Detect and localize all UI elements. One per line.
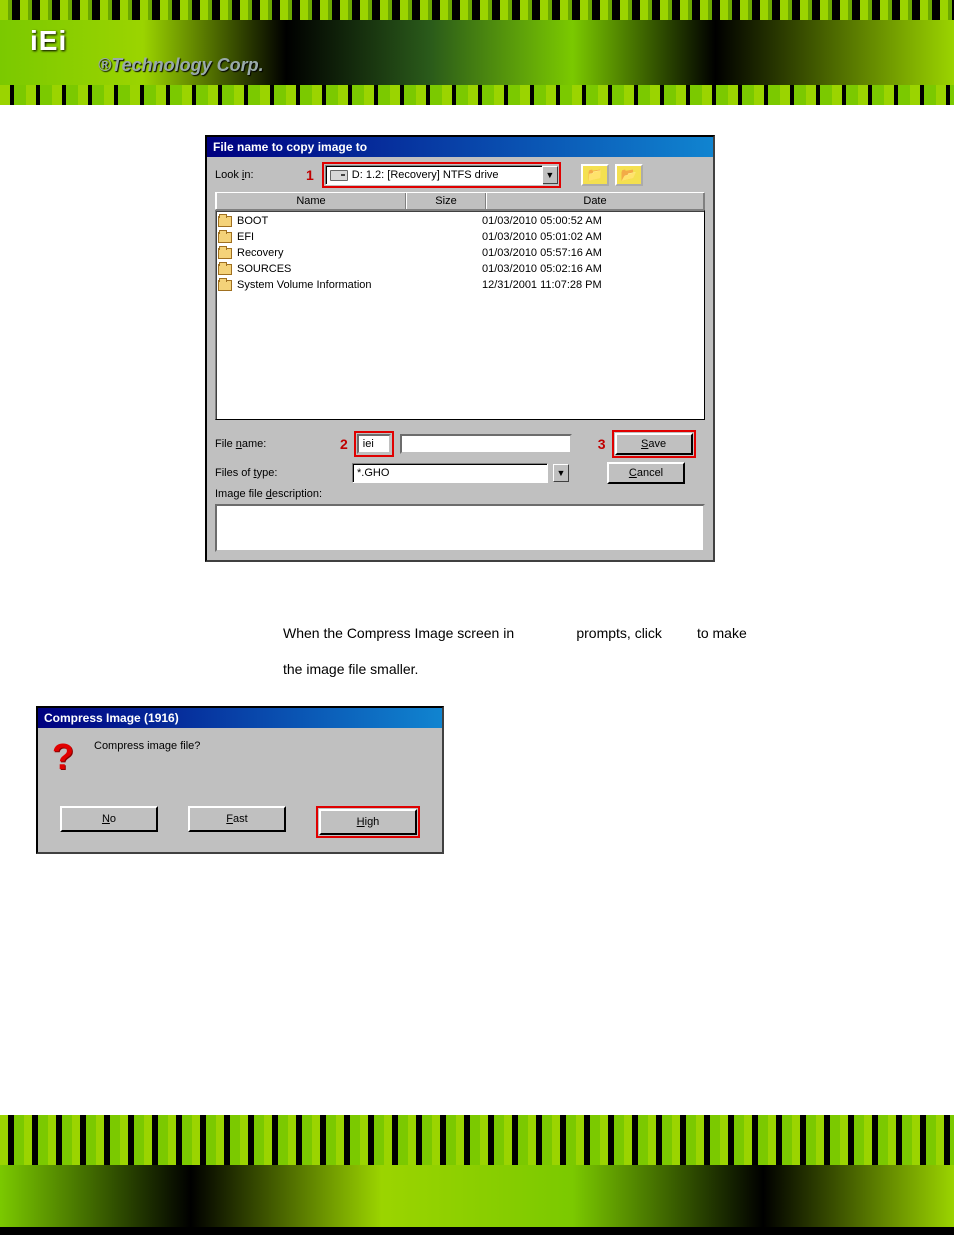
folder-icon [218, 264, 232, 275]
file-list[interactable]: BOOT 01/03/2010 05:00:52 AM EFI 01/03/20… [215, 210, 705, 420]
cancel-button[interactable]: Cancel [607, 462, 685, 484]
col-name: Name [216, 193, 406, 209]
drive-icon [330, 170, 348, 181]
look-in-value: D: 1.2: [Recovery] NTFS drive [352, 169, 499, 181]
folder-icon [218, 248, 232, 259]
save-button[interactable]: Save [615, 433, 693, 455]
compress-message: Compress image file? [94, 738, 200, 752]
look-in-dropdown[interactable]: D: 1.2: [Recovery] NTFS drive [325, 165, 543, 185]
logo-text: iEi [30, 25, 67, 57]
list-item[interactable]: Recovery 01/03/2010 05:57:16 AM [218, 245, 702, 261]
image-desc-label: Image file description: [215, 488, 322, 500]
new-folder-button[interactable]: 📂 [615, 164, 643, 186]
files-of-type-dropdown[interactable]: *.GHO [352, 463, 548, 483]
file-list-header: Name Size Date [215, 192, 705, 210]
dropdown-arrow-icon[interactable]: ▼ [542, 166, 558, 184]
list-item[interactable]: BOOT 01/03/2010 05:00:52 AM [218, 213, 702, 229]
compress-image-dialog: Compress Image (1916) Compress image fil… [36, 706, 444, 854]
folder-icon [218, 232, 232, 243]
instruction-text: When the Compress Image screen in prompt… [283, 615, 763, 688]
dropdown-arrow-icon[interactable]: ▼ [553, 464, 569, 482]
dialog2-title: Compress Image (1916) [38, 708, 442, 728]
look-in-label: Look in: [215, 169, 300, 181]
page-footer-banner [0, 1115, 954, 1235]
high-button[interactable]: High [319, 809, 417, 835]
folder-icon [218, 280, 232, 291]
folder-icon [218, 216, 232, 227]
logo-tagline: ®Technology Corp. [98, 55, 264, 76]
up-folder-button[interactable]: 📁 [581, 164, 609, 186]
annotation-1: 1 [306, 167, 314, 183]
file-name-input[interactable] [400, 434, 572, 454]
col-date: Date [486, 193, 704, 209]
fast-button[interactable]: Fast [188, 806, 286, 832]
annotation-3: 3 [598, 436, 606, 452]
col-size: Size [406, 193, 486, 209]
annotation-2: 2 [340, 436, 348, 452]
page-header-banner: iEi ®Technology Corp. [0, 0, 954, 105]
list-item[interactable]: EFI 01/03/2010 05:01:02 AM [218, 229, 702, 245]
question-icon [50, 738, 84, 778]
file-name-dialog: File name to copy image to Look in: 1 D:… [205, 135, 715, 562]
list-item[interactable]: SOURCES 01/03/2010 05:02:16 AM [218, 261, 702, 277]
files-of-type-value: *.GHO [357, 467, 389, 479]
dialog-title: File name to copy image to [207, 137, 713, 157]
files-of-type-label: Files of type: [215, 467, 300, 479]
file-name-label: File name: [215, 438, 300, 450]
no-button[interactable]: No [60, 806, 158, 832]
file-name-input-highlight[interactable] [357, 434, 391, 454]
image-description-textarea[interactable] [215, 504, 705, 552]
list-item[interactable]: System Volume Information 12/31/2001 11:… [218, 277, 702, 293]
